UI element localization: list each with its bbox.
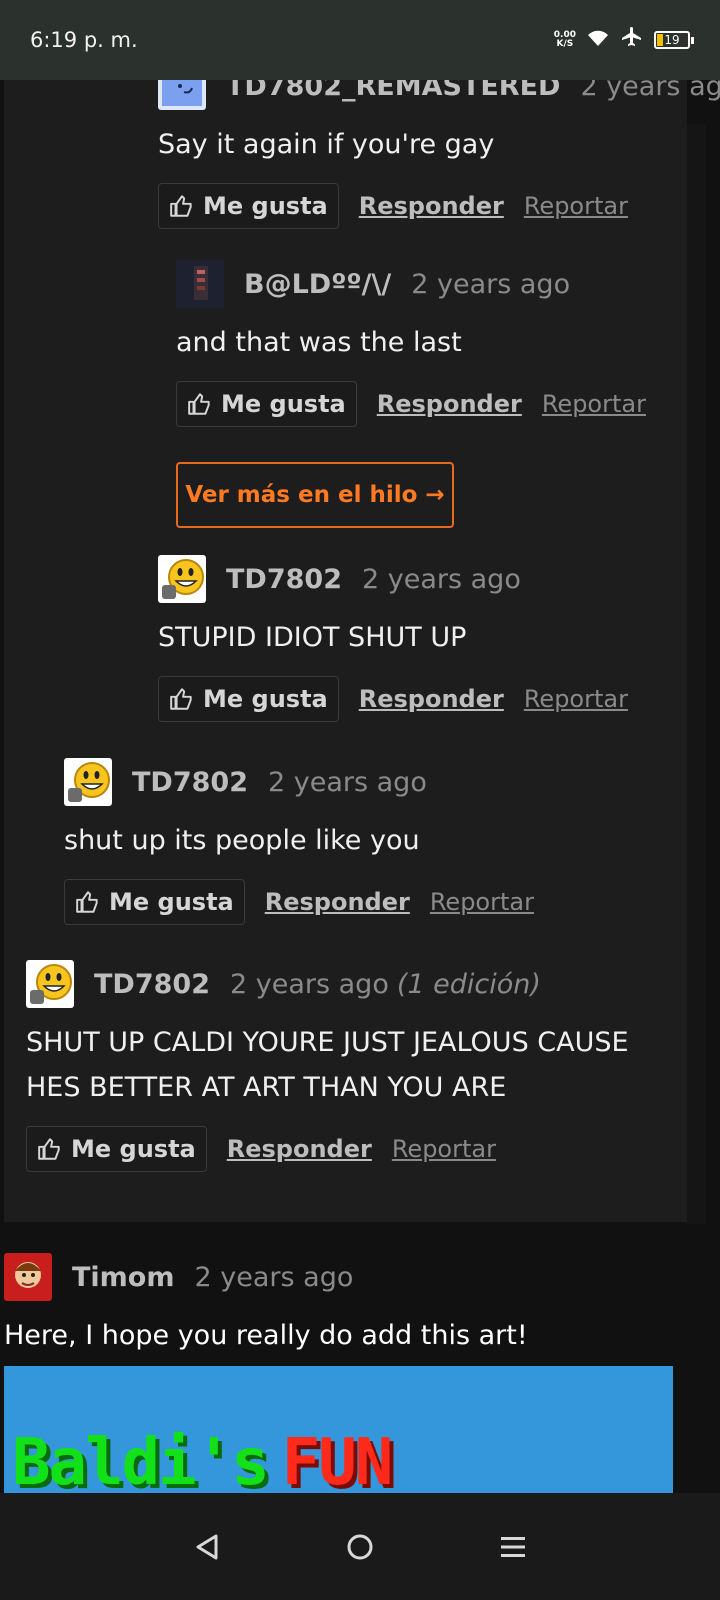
comment-bald: B@LDºº/\/ 2 years ago and that was the l… [176,260,696,427]
status-time: 6:19 p. m. [30,28,138,52]
like-button[interactable]: Me gusta [26,1126,207,1172]
reply-link[interactable]: Responder [359,192,504,220]
comment-time[interactable]: 2 years ago [195,1262,354,1293]
report-link[interactable]: Reportar [524,685,628,713]
home-button[interactable] [330,1517,390,1577]
thumbs-up-icon [76,891,98,913]
wifi-icon [586,28,610,52]
avatar[interactable] [26,960,74,1008]
recents-button[interactable] [483,1517,543,1577]
comment-username[interactable]: TD7802 [132,767,248,798]
like-label: Me gusta [221,390,346,418]
thumbs-up-icon [170,688,192,710]
comment-time[interactable]: 2 years ago [411,269,570,300]
comment-actions: Me gusta Responder Reportar [64,879,664,925]
comment-td7802-remastered: TD7802_REMASTERED 2 years ago Say it aga… [158,62,720,229]
comment-time[interactable]: 2 years ago [268,767,427,798]
comment-username[interactable]: Timom [72,1262,175,1293]
image-title-art: Baldi's FUN [12,1426,394,1496]
like-button[interactable]: Me gusta [158,676,339,722]
net-speed-unit: K/S [556,39,574,49]
comment-timom: Timom 2 years ago Here, I hope you reall… [4,1253,684,1358]
comment-time[interactable]: 2 years ago [230,969,389,1000]
reply-link[interactable]: Responder [359,685,504,713]
back-triangle-icon [196,1534,218,1559]
comment-text: Say it again if you're gay [158,129,495,160]
menu-lines-icon [501,1536,526,1557]
home-circle-icon [347,1534,373,1559]
thumbs-up-icon [38,1138,60,1160]
like-button[interactable]: Me gusta [176,381,357,427]
report-link[interactable]: Reportar [430,888,534,916]
avatar[interactable] [158,555,206,603]
like-label: Me gusta [203,685,328,713]
reply-link[interactable]: Responder [377,390,522,418]
thumbs-up-icon [188,393,210,415]
battery-icon: 19 [654,31,694,49]
like-label: Me gusta [71,1135,196,1163]
comment-actions: Me gusta Responder Reportar [158,183,718,229]
comment-time[interactable]: 2 years ago [362,564,521,595]
comment-text: and that was the last [176,327,462,358]
airplane-icon [620,26,644,54]
comment-actions: Me gusta Responder Reportar [158,676,678,722]
comment-text: SHUT UP CALDI YOURE JUST JEALOUS CAUSE H… [26,1027,629,1103]
report-link[interactable]: Reportar [542,390,646,418]
comment-td7802: TD7802 2 years ago (1 edición) SHUT UP C… [26,960,666,1172]
avatar[interactable] [4,1253,52,1301]
comment-td7802: TD7802 2 years ago shut up its people li… [64,758,664,925]
image-word-2: FUN [281,1426,394,1496]
report-link[interactable]: Reportar [392,1135,496,1163]
comment-actions: Me gusta Responder Reportar [26,1126,666,1172]
comment-td7802: TD7802 2 years ago STUPID IDIOT SHUT UP … [158,555,678,722]
navigation-bar [0,1493,720,1600]
status-icons: 0.00 K/S 19 [554,26,694,54]
reply-link[interactable]: Responder [227,1135,372,1163]
attached-image[interactable]: Baldi's FUN [4,1366,673,1496]
comment-username[interactable]: B@LDºº/\/ [244,269,391,300]
comment-text: shut up its people like you [64,825,420,856]
edited-label[interactable]: (1 edición) [397,969,541,1000]
reply-link[interactable]: Responder [265,888,410,916]
image-word-1: Baldi's [12,1426,270,1496]
comment-text: Here, I hope you really do add this art! [4,1320,528,1351]
comment-actions: Me gusta Responder Reportar [176,381,696,427]
comment-text: STUPID IDIOT SHUT UP [158,622,467,653]
like-label: Me gusta [203,192,328,220]
status-bar: 6:19 p. m. 0.00 K/S 19 [0,0,720,80]
like-label: Me gusta [109,888,234,916]
net-speed: 0.00 K/S [554,31,576,49]
battery-level: 19 [664,33,680,47]
avatar[interactable] [176,260,224,308]
like-button[interactable]: Me gusta [158,183,339,229]
comment-username[interactable]: TD7802 [226,564,342,595]
view-more-thread-button[interactable]: Ver más en el hilo → [176,462,454,528]
back-button[interactable] [177,1517,237,1577]
comment-username[interactable]: TD7802 [94,969,210,1000]
thumbs-up-icon [170,195,192,217]
report-link[interactable]: Reportar [524,192,628,220]
like-button[interactable]: Me gusta [64,879,245,925]
avatar[interactable] [64,758,112,806]
